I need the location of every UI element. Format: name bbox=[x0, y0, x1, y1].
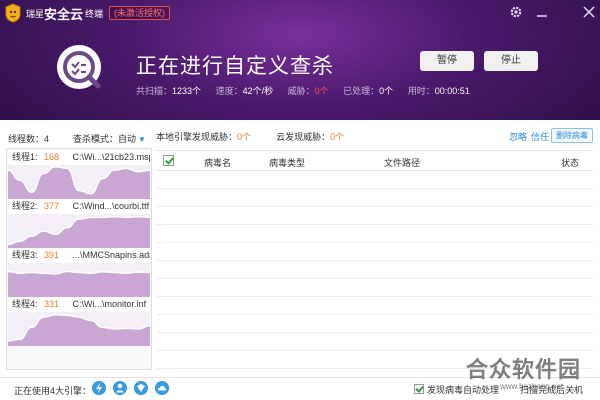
engines-label: 正在使用4大引擎： bbox=[14, 386, 92, 396]
thread-file: C:\Wind...\courbi.ttf bbox=[72, 201, 150, 211]
pause-button[interactable]: 暂停 bbox=[420, 51, 474, 71]
table-row bbox=[156, 279, 593, 297]
table-row bbox=[156, 171, 593, 189]
close-icon[interactable] bbox=[582, 5, 596, 19]
scan-mode-select[interactable]: 查杀模式：自动 ▼ bbox=[73, 132, 146, 145]
table-row bbox=[156, 315, 593, 333]
thread-name: 线程1: bbox=[12, 152, 38, 162]
brand: 瑞星 安全云 终端 (未激活授权) bbox=[4, 2, 171, 24]
threats-value: 0个 bbox=[314, 86, 329, 96]
scan-title: 正在进行自定义查杀 bbox=[136, 55, 334, 78]
speed-value: 42个/秒 bbox=[242, 86, 274, 96]
watermark-text: 合众软件园 bbox=[466, 357, 582, 382]
header-banner: 瑞星 安全云 终端 (未激活授权) 正在进行自定义查杀 暂停 停止 共扫描：12… bbox=[0, 0, 600, 120]
thread-activity-graph bbox=[8, 165, 150, 199]
col-file-path[interactable]: 文件路径 bbox=[384, 156, 420, 169]
thread-name: 线程4: bbox=[12, 299, 38, 309]
license-badge[interactable]: (未激活授权) bbox=[109, 6, 171, 20]
thread-item: 线程3: 391 ...\MMCSnapins.adn bbox=[8, 248, 150, 297]
thread-item: 线程4: 331 C:\Wi...\monitor.inf bbox=[8, 297, 150, 346]
thread-count: 391 bbox=[44, 250, 60, 260]
time-value: 00:00:51 bbox=[434, 86, 470, 96]
lightning-icon[interactable] bbox=[92, 381, 106, 395]
lion-logo-icon bbox=[5, 3, 21, 23]
table-row bbox=[156, 189, 593, 207]
table-row bbox=[156, 261, 593, 279]
thread-item: 线程2: 377 C:\Wind...\courbi.ttf bbox=[8, 199, 150, 248]
thread-file: ...\MMCSnapins.adn bbox=[72, 250, 150, 260]
scan-magnifier-icon bbox=[57, 45, 101, 89]
scan-mode-label: 查杀模式：自动 bbox=[73, 134, 137, 144]
thread-activity-graph bbox=[8, 312, 150, 346]
local-threats-label: 本地引擎发现威胁： bbox=[156, 132, 238, 142]
watermark: 合众软件园 www.hezhong.net bbox=[466, 352, 600, 400]
threats-label: 威胁： bbox=[287, 86, 315, 96]
threat-summary: 本地引擎发现威胁：0个 云发现威胁：0个 bbox=[156, 130, 344, 143]
delete-virus-button[interactable]: 删除病毒 bbox=[551, 128, 593, 143]
col-virus-name[interactable]: 病毒名 bbox=[204, 156, 231, 169]
processed-label: 已处理： bbox=[343, 86, 380, 96]
table-row bbox=[156, 225, 593, 243]
person-icon[interactable] bbox=[113, 381, 127, 395]
thread-name: 线程2: bbox=[12, 201, 38, 211]
thread-panel: 线程1: 168 C:\Wi...\21cb23.msp 线程2: 377 C:… bbox=[6, 148, 152, 370]
time-label: 用时： bbox=[407, 86, 435, 96]
col-status[interactable]: 状态 bbox=[561, 156, 579, 169]
stop-button[interactable]: 停止 bbox=[484, 51, 538, 71]
scan-stats: 共扫描：1233个 速度：42个/秒 威胁：0个 已处理：0个 用时：00:00… bbox=[136, 84, 470, 97]
thread-count: 377 bbox=[44, 201, 60, 211]
thread-count: 331 bbox=[44, 299, 60, 309]
thread-file: C:\Wi...\monitor.inf bbox=[72, 299, 147, 309]
speed-label: 速度： bbox=[215, 86, 243, 96]
col-virus-type[interactable]: 病毒类型 bbox=[269, 156, 305, 169]
local-threats-count: 0个 bbox=[237, 132, 252, 142]
table-row bbox=[156, 207, 593, 225]
select-all-checkbox[interactable] bbox=[163, 155, 174, 166]
thread-name: 线程3: bbox=[12, 250, 38, 260]
thread-item: 线程1: 168 C:\Wi...\21cb23.msp bbox=[8, 150, 150, 199]
gear-icon[interactable] bbox=[509, 5, 523, 19]
auto-handle-checkbox[interactable] bbox=[414, 384, 424, 394]
brand-subtitle: 终端 bbox=[85, 8, 104, 19]
cloud-icon[interactable] bbox=[155, 381, 169, 395]
shield-icon[interactable] bbox=[134, 381, 148, 395]
table-row bbox=[156, 243, 593, 261]
ignore-link[interactable]: 忽略 bbox=[509, 130, 527, 143]
processed-value: 0个 bbox=[379, 86, 394, 96]
scanned-label: 共扫描： bbox=[136, 86, 173, 96]
trust-link[interactable]: 信任 bbox=[531, 130, 549, 143]
scanned-value: 1233个 bbox=[172, 86, 202, 96]
thread-file: C:\Wi...\21cb23.msp bbox=[72, 152, 150, 162]
cloud-threats-count: 0个 bbox=[330, 132, 345, 142]
brand-title: 安全云 bbox=[44, 6, 84, 22]
thread-activity-graph bbox=[8, 263, 150, 297]
watermark-url: www.hezhong.net bbox=[500, 382, 564, 391]
cloud-threats-label: 云发现威胁： bbox=[276, 132, 331, 142]
graph-area bbox=[8, 271, 150, 297]
minimize-icon[interactable] bbox=[535, 5, 549, 19]
thread-count: 168 bbox=[44, 152, 60, 162]
threat-table: 病毒名 病毒类型 文件路径 状态 bbox=[156, 150, 593, 372]
threads-label: 线程数：4 bbox=[8, 134, 50, 144]
table-header: 病毒名 病毒类型 文件路径 状态 bbox=[156, 151, 593, 171]
thread-activity-graph bbox=[8, 214, 150, 248]
table-row bbox=[156, 297, 593, 315]
table-row bbox=[156, 333, 593, 351]
chevron-down-icon[interactable]: ▼ bbox=[138, 135, 146, 144]
brand-name: 瑞星 bbox=[26, 8, 45, 19]
